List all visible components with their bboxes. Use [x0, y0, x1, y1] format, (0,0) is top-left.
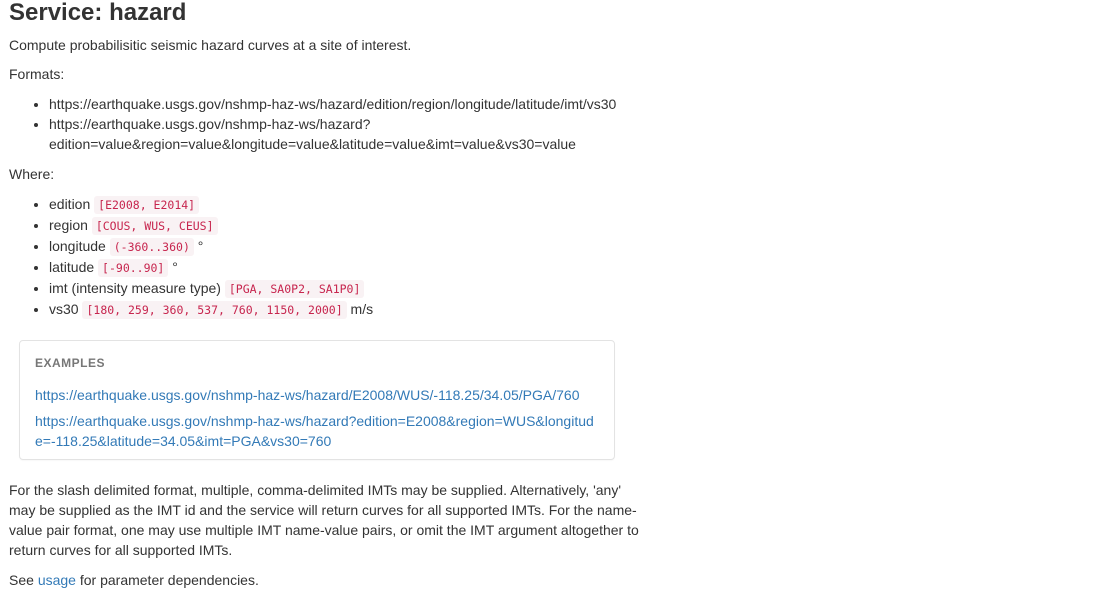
- param-values: [E2008, E2014]: [94, 196, 200, 214]
- param-item: longitude (-360..360) °: [49, 236, 649, 257]
- param-item: vs30 [180, 259, 360, 537, 760, 1150, 200…: [49, 299, 649, 320]
- imt-notes: For the slash delimited format, multiple…: [9, 482, 639, 558]
- param-item: imt (intensity measure type) [PGA, SA0P2…: [49, 278, 649, 299]
- service-description: Compute probabilisitic seismic hazard cu…: [9, 37, 412, 53]
- param-unit: °: [172, 259, 178, 275]
- param-values: [COUS, WUS, CEUS]: [91, 217, 218, 235]
- params-list: edition [E2008, E2014] region [COUS, WUS…: [9, 194, 649, 320]
- service-doc: Service: hazard Compute probabilisitic s…: [9, 0, 649, 590]
- where-label: Where:: [9, 166, 55, 182]
- see-usage-text: See usage for parameter dependencies.: [9, 572, 259, 588]
- formats-label: Formats:: [9, 66, 65, 82]
- param-item: latitude [-90..90] °: [49, 257, 649, 278]
- format-item: https://earthquake.usgs.gov/nshmp-haz-ws…: [49, 94, 649, 114]
- format-item: https://earthquake.usgs.gov/nshmp-haz-ws…: [49, 114, 649, 154]
- example-link-slash[interactable]: https://earthquake.usgs.gov/nshmp-haz-ws…: [35, 385, 598, 405]
- param-item: region [COUS, WUS, CEUS]: [49, 215, 649, 236]
- param-item: edition [E2008, E2014]: [49, 194, 649, 215]
- usage-link[interactable]: usage: [38, 572, 76, 588]
- param-values: [-90..90]: [98, 259, 169, 277]
- formats-list: https://earthquake.usgs.gov/nshmp-haz-ws…: [9, 94, 649, 154]
- page-title: Service: hazard: [9, 0, 187, 26]
- param-values: (-360..360): [109, 238, 194, 256]
- examples-title: EXAMPLES: [35, 356, 106, 370]
- param-unit: m/s: [350, 301, 374, 317]
- example-link-query[interactable]: https://earthquake.usgs.gov/nshmp-haz-ws…: [35, 411, 598, 451]
- param-unit: °: [197, 238, 204, 254]
- param-values: [180, 259, 360, 537, 760, 1150, 2000]: [82, 301, 347, 319]
- param-values: [PGA, SA0P2, SA1P0]: [224, 280, 365, 298]
- examples-panel: EXAMPLES https://earthquake.usgs.gov/nsh…: [19, 340, 615, 460]
